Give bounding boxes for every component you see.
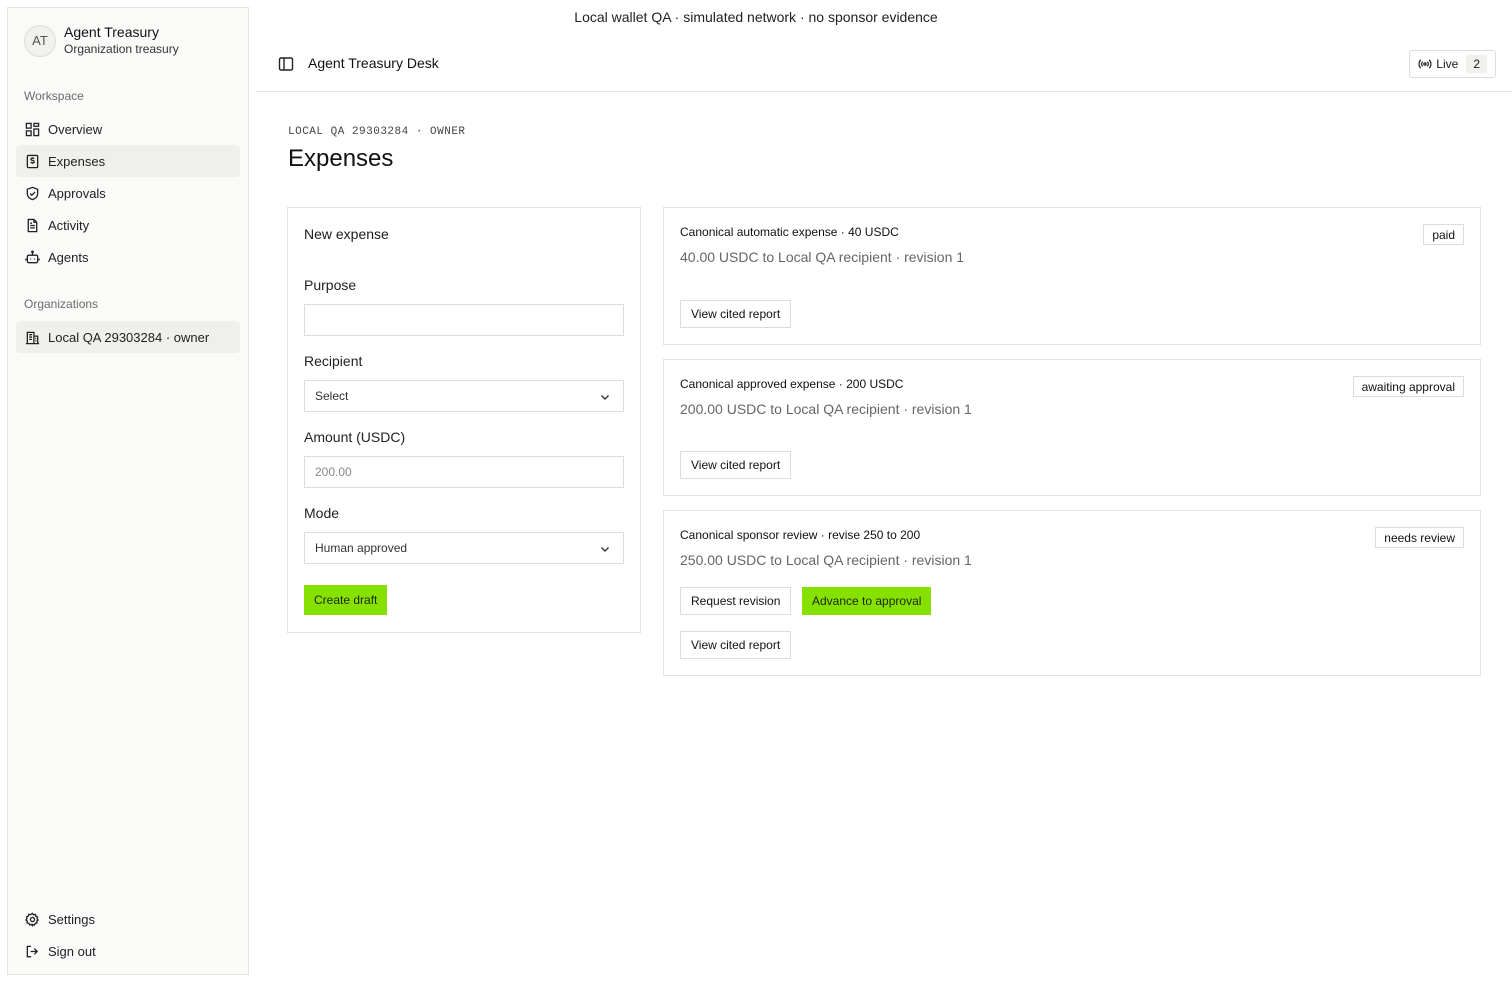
sidebar-item-label: Activity [48, 217, 90, 233]
sign-out-icon [26, 945, 39, 957]
live-count-badge: 2 [1466, 55, 1487, 73]
sidebar-item-label: Agents [48, 249, 89, 265]
purpose-input[interactable] [315, 313, 623, 327]
advance-to-approval-button[interactable]: Advance to approval [802, 587, 932, 615]
chevron-down-icon [601, 547, 609, 552]
sidebar-item-label: Sign out [48, 943, 96, 959]
expense-summary: 250.00 USDC to Local QA recipient · revi… [680, 552, 972, 568]
recipient-select-value: Select [315, 389, 349, 403]
brand-title: Agent Treasury [64, 24, 159, 40]
sidebar-item-label: Settings [48, 911, 95, 927]
organizations-section-label: Organizations [24, 297, 99, 311]
amount-input[interactable] [315, 465, 623, 479]
sidebar-item-label: Local QA 29303284 · owner [48, 329, 210, 345]
purpose-label: Purpose [304, 277, 357, 293]
sidebar-item-label: Overview [48, 121, 103, 137]
sidebar-item-overview[interactable]: Overview [16, 113, 240, 145]
amount-field[interactable] [304, 456, 624, 488]
expense-summary: 40.00 USDC to Local QA recipient · revis… [680, 249, 965, 265]
brand-subtitle: Organization treasury [64, 42, 179, 56]
header: Agent Treasury Desk Live 2 [256, 42, 1512, 92]
header-title: Agent Treasury Desk [308, 55, 439, 71]
page-title: Expenses [288, 145, 394, 172]
status-badge: awaiting approval [1352, 376, 1464, 397]
recipient-label: Recipient [304, 353, 363, 369]
expense-summary: 200.00 USDC to Local QA recipient · revi… [680, 401, 972, 417]
expense-card: Canonical approved expense · 200 USDC 20… [663, 359, 1481, 496]
workspace-section-label: Workspace [24, 89, 84, 103]
mode-label: Mode [304, 505, 340, 521]
expense-card: Canonical automatic expense · 40 USDC 40… [663, 207, 1481, 345]
brand: AT Agent Treasury Organization treasury [24, 24, 179, 57]
expense-title: Canonical sponsor review · revise 250 to… [680, 528, 921, 542]
mode-select[interactable]: Human approved [304, 532, 624, 564]
mode-select-value: Human approved [315, 541, 408, 555]
sidebar-item-expenses[interactable]: Expenses [16, 145, 240, 177]
sidebar-item-label: Approvals [48, 185, 106, 201]
gear-icon [25, 912, 40, 927]
expense-title: Canonical approved expense · 200 USDC [680, 377, 904, 391]
new-expense-form: New expense Purpose Recipient Select Amo… [287, 207, 641, 633]
sidebar-item-settings[interactable]: Settings [16, 903, 240, 935]
create-draft-button[interactable]: Create draft [304, 585, 388, 615]
amount-label: Amount (USDC) [304, 429, 406, 445]
document-icon [27, 218, 38, 232]
shield-check-icon [26, 186, 39, 200]
status-badge: paid [1423, 224, 1464, 245]
chevron-down-icon [601, 395, 609, 400]
status-badge: needs review [1375, 527, 1464, 548]
view-cited-report-button[interactable]: View cited report [680, 451, 792, 479]
robot-icon [25, 249, 40, 263]
sidebar: AT Agent Treasury Organization treasury … [7, 7, 249, 975]
sidebar-item-agents[interactable]: Agents [16, 241, 240, 273]
view-cited-report-button[interactable]: View cited report [680, 631, 792, 659]
recipient-select[interactable]: Select [304, 380, 624, 412]
request-revision-button[interactable]: Request revision [680, 587, 792, 615]
form-title: New expense [304, 226, 389, 242]
sidebar-item-signout[interactable]: Sign out [16, 935, 240, 967]
receipt-icon [26, 154, 39, 168]
expense-title: Canonical automatic expense · 40 USDC [680, 225, 899, 239]
broadcast-icon [1418, 59, 1432, 69]
sidebar-item-org[interactable]: Local QA 29303284 · owner [16, 321, 240, 353]
live-label: Live [1436, 57, 1459, 71]
expense-card: Canonical sponsor review · revise 250 to… [663, 510, 1481, 676]
avatar: AT [24, 24, 56, 57]
page-eyebrow: LOCAL QA 29303284 · OWNER [288, 126, 466, 138]
sidebar-item-label: Expenses [48, 153, 106, 169]
live-indicator[interactable]: Live 2 [1409, 50, 1496, 78]
building-icon [25, 331, 40, 344]
purpose-field[interactable] [304, 304, 624, 336]
view-cited-report-button[interactable]: View cited report [680, 300, 792, 328]
sidebar-item-activity[interactable]: Activity [16, 209, 240, 241]
sidebar-toggle-icon[interactable] [278, 56, 294, 72]
grid-icon [25, 122, 40, 136]
sidebar-item-approvals[interactable]: Approvals [16, 177, 240, 209]
